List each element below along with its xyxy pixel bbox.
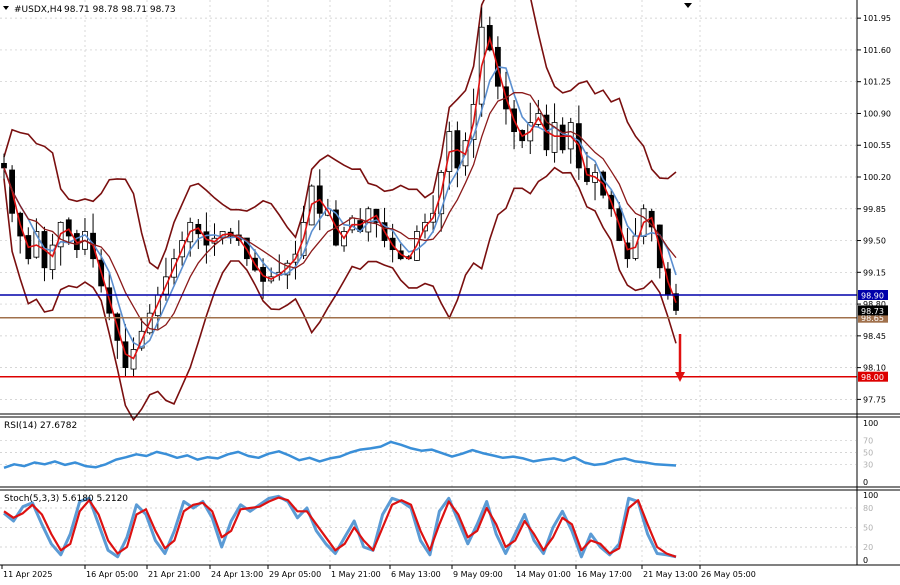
time-tick-label: 29 Apr 05:00 [269, 570, 321, 579]
price-tick-label: 98.10 [863, 364, 886, 373]
candle-body [1, 162, 7, 169]
time-tick-label: 26 May 05:00 [701, 570, 756, 579]
time-tick-label: 21 May 13:00 [643, 570, 698, 579]
indicator-tick-label: 0 [863, 556, 868, 565]
level-label: 98.00 [861, 373, 884, 382]
ohlc-values: 98.71 98.78 98.71 98.73 [64, 5, 176, 15]
time-tick-label: 24 Apr 13:00 [211, 570, 263, 579]
time-tick-label: 16 Apr 05:00 [86, 570, 138, 579]
price-tick-label: 97.75 [863, 395, 886, 404]
indicator-tick-label: 100 [863, 419, 878, 428]
indicator-tick-label: 80 [863, 504, 873, 513]
time-tick-label: 1 May 21:00 [331, 570, 381, 579]
price-tick-label: 100.55 [863, 141, 891, 150]
price-tick-label: 100.90 [863, 109, 891, 118]
indicator-tick-label: 100 [863, 491, 878, 500]
indicator-tick-label: 20 [863, 543, 873, 552]
indicator-tick-label: 0 [863, 478, 868, 487]
price-tick-label: 99.50 [863, 237, 886, 246]
indicator-tick-label: 50 [863, 524, 873, 533]
price-tick-label: 101.95 [863, 14, 891, 23]
price-tick-label: 99.15 [863, 268, 886, 277]
time-tick-label: 21 Apr 21:00 [148, 570, 200, 579]
time-tick-label: 14 May 01:00 [516, 570, 571, 579]
indicator-tick-label: 30 [863, 460, 873, 469]
price-tick-label: 101.25 [863, 78, 891, 87]
price-tick-label: 100.20 [863, 173, 891, 182]
candle-body [559, 124, 566, 151]
time-tick-label: 11 Apr 2025 [3, 570, 52, 579]
indicator-tick-label: 70 [863, 437, 873, 446]
time-tick-label: 9 May 09:00 [453, 570, 503, 579]
chart-canvas: 98.9098.6598.0098.73 101.95101.60101.251… [0, 0, 900, 585]
time-tick-label: 6 May 13:00 [391, 570, 441, 579]
price-tick-label: 99.85 [863, 205, 886, 214]
price-tick-label: 98.80 [863, 300, 886, 309]
time-tick-label: 16 May 17:00 [577, 570, 632, 579]
indicator-tick-label: 50 [863, 449, 873, 458]
price-tick-label: 101.60 [863, 46, 891, 55]
price-tick-label: 98.45 [863, 332, 886, 341]
stoch-title: Stoch(5,3,3) 5.6180 5.2120 [4, 494, 128, 504]
rsi-title: RSI(14) 27.6782 [4, 421, 77, 431]
symbol-label: #USDX,H4 [14, 5, 63, 15]
